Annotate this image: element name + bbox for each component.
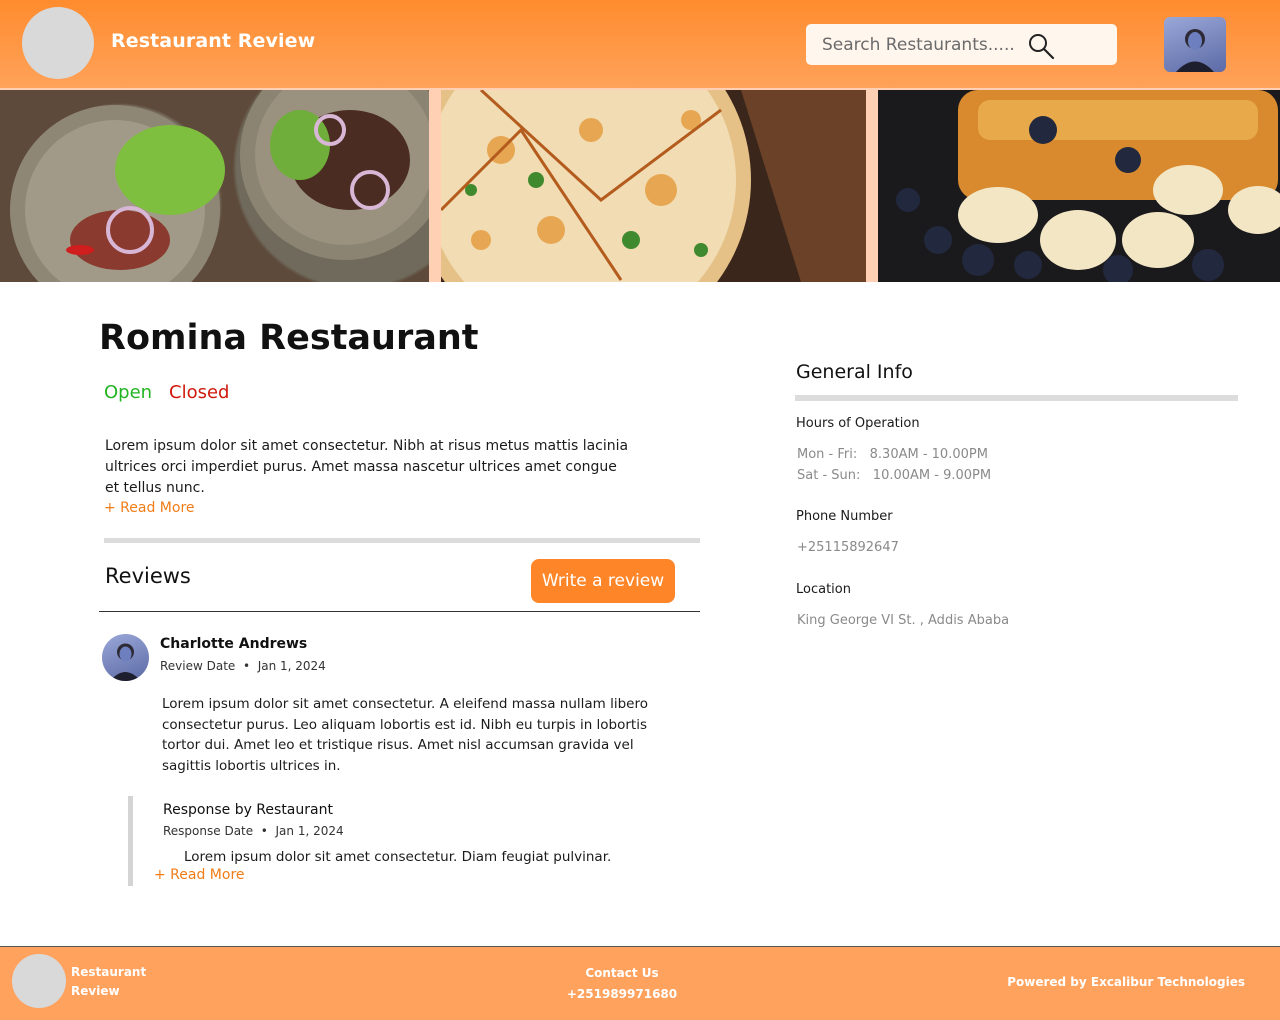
- hours-label: Hours of Operation: [796, 416, 920, 431]
- search-icon[interactable]: [1027, 32, 1055, 60]
- date-separator: •: [239, 659, 254, 673]
- footer: Restaurant Review Contact Us +2519899716…: [0, 946, 1280, 1020]
- response-text: Lorem ipsum dolor sit amet consectetur. …: [184, 849, 612, 865]
- write-review-button[interactable]: Write a review: [531, 559, 675, 603]
- search-input[interactable]: Search Restaurants.....: [822, 35, 1015, 55]
- response-bar: [128, 796, 133, 886]
- avatar-image: [1176, 29, 1214, 72]
- user-avatar[interactable]: [1164, 17, 1226, 72]
- hours-weekend-days: Sat - Sun:: [797, 468, 861, 483]
- powered-by: Powered by Excalibur Technologies: [1007, 975, 1245, 989]
- section-divider: [104, 538, 700, 543]
- logo[interactable]: [22, 7, 94, 79]
- footer-brand-line2: Review: [71, 984, 120, 998]
- date-separator: •: [256, 824, 272, 838]
- phone-number[interactable]: +25115892647: [797, 540, 899, 555]
- food-banner: [0, 88, 1280, 282]
- phone-label: Phone Number: [796, 509, 893, 524]
- response-title: Response by Restaurant: [163, 802, 333, 818]
- brand-title[interactable]: Restaurant Review: [111, 30, 315, 52]
- general-info-title: General Info: [796, 361, 913, 383]
- hours-weekday-time: 8.30AM - 10.00PM: [869, 447, 988, 462]
- response-read-more-link[interactable]: + Read More: [154, 867, 245, 883]
- status-open: Open: [104, 382, 153, 403]
- read-more-link[interactable]: + Read More: [104, 500, 195, 516]
- reviewer-name[interactable]: Charlotte Andrews: [160, 636, 307, 652]
- response-date-value: Jan 1, 2024: [275, 824, 344, 838]
- reviewer-avatar-image: [110, 643, 141, 681]
- footer-logo[interactable]: [12, 954, 66, 1008]
- review-date-value: Jan 1, 2024: [257, 659, 326, 673]
- reviews-heading: Reviews: [105, 564, 191, 588]
- restaurant-name: Romina Restaurant: [99, 318, 479, 358]
- search-bar[interactable]: Search Restaurants.....: [806, 24, 1117, 65]
- review-date-label: Review Date: [160, 659, 236, 673]
- response-date-label: Response Date: [163, 824, 254, 838]
- top-header: Restaurant Review Search Restaurants....…: [0, 0, 1280, 88]
- location-label: Location: [796, 582, 851, 597]
- review-text: Lorem ipsum dolor sit amet consectetur. …: [162, 696, 648, 774]
- restaurant-description: Lorem ipsum dolor sit amet consectetur. …: [105, 438, 629, 496]
- general-info-divider: [795, 395, 1238, 401]
- hours-weekday-days: Mon - Fri:: [797, 447, 858, 462]
- contact-phone[interactable]: +251989971680: [560, 984, 684, 1005]
- contact-label: Contact Us: [585, 966, 659, 980]
- review-date: Review Date • Jan 1, 2024: [160, 659, 326, 673]
- hours-weekend: Sat - Sun: 10.00AM - 9.00PM: [797, 468, 991, 483]
- banner-image-steak-salad: [0, 90, 429, 282]
- hours-weekend-time: 10.00AM - 9.00PM: [872, 468, 992, 483]
- status-closed: Closed: [169, 382, 230, 403]
- hours-weekday: Mon - Fri: 8.30AM - 10.00PM: [797, 447, 988, 462]
- reviewer-avatar[interactable]: [102, 634, 149, 681]
- banner-image-pizza: [441, 90, 866, 282]
- footer-brand: Restaurant Review: [71, 963, 161, 1001]
- location-address[interactable]: King George VI St. , Addis Ababa: [797, 613, 1009, 628]
- response-date: Response Date • Jan 1, 2024: [163, 824, 344, 838]
- footer-contact: Contact Us +251989971680: [560, 963, 684, 1005]
- reviews-divider: [99, 611, 700, 612]
- banner-image-french-toast: [878, 90, 1280, 282]
- footer-brand-line1: Restaurant: [71, 965, 147, 979]
